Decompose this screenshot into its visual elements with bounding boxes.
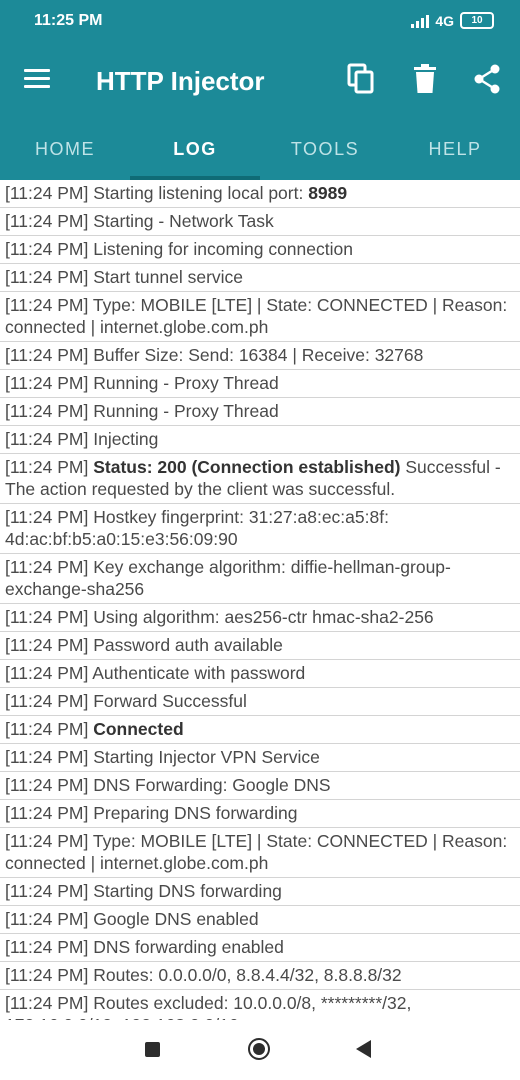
- log-entry: [11:24 PM] Status: 200 (Connection estab…: [0, 454, 520, 504]
- log-entry: [11:24 PM] Connected: [0, 716, 520, 744]
- log-entry: [11:24 PM] Injecting: [0, 426, 520, 454]
- log-timestamp: [11:24 PM]: [5, 457, 89, 477]
- log-entry: [11:24 PM] Type: MOBILE [LTE] | State: C…: [0, 828, 520, 878]
- log-message: Forward Successful: [93, 691, 247, 711]
- log-list[interactable]: [11:24 PM] Starting listening local port…: [0, 180, 520, 1020]
- log-emphasis: 8989: [308, 183, 348, 203]
- log-message: Using algorithm: aes256-ctr hmac-sha2-25…: [93, 607, 434, 627]
- log-timestamp: [11:24 PM]: [5, 183, 89, 203]
- tab-tools[interactable]: TOOLS: [260, 118, 390, 180]
- log-message: Buffer Size: Send: 16384 | Receive: 3276…: [93, 345, 424, 365]
- log-entry: [11:24 PM] Authenticate with password: [0, 660, 520, 688]
- home-icon[interactable]: [248, 1038, 270, 1060]
- log-message: DNS Forwarding: Google DNS: [93, 775, 331, 795]
- log-entry: [11:24 PM] Using algorithm: aes256-ctr h…: [0, 604, 520, 632]
- log-timestamp: [11:24 PM]: [5, 635, 89, 655]
- log-timestamp: [11:24 PM]: [5, 719, 89, 739]
- log-emphasis: Connected: [93, 719, 184, 739]
- log-message: Starting Injector VPN Service: [93, 747, 320, 767]
- tab-bar: HOME LOG TOOLS HELP: [0, 118, 520, 180]
- log-emphasis: Status: 200 (Connection established): [93, 457, 401, 477]
- log-entry: [11:24 PM] Google DNS enabled: [0, 906, 520, 934]
- navigation-bar: [0, 1020, 520, 1080]
- log-entry: [11:24 PM] DNS forwarding enabled: [0, 934, 520, 962]
- log-entry: [11:24 PM] Starting DNS forwarding: [0, 878, 520, 906]
- log-timestamp: [11:24 PM]: [5, 993, 89, 1013]
- menu-icon[interactable]: [24, 69, 50, 89]
- log-timestamp: [11:24 PM]: [5, 211, 89, 231]
- log-timestamp: [11:24 PM]: [5, 557, 89, 577]
- log-timestamp: [11:24 PM]: [5, 267, 89, 287]
- log-message: Routes: 0.0.0.0/0, 8.8.4.4/32, 8.8.8.8/3…: [93, 965, 402, 985]
- log-timestamp: [11:24 PM]: [5, 881, 89, 901]
- log-timestamp: [11:24 PM]: [5, 831, 89, 851]
- log-timestamp: [11:24 PM]: [5, 909, 89, 929]
- status-time: 11:25 PM: [34, 12, 103, 29]
- log-message: Starting listening local port:: [93, 183, 309, 203]
- log-entry: [11:24 PM] Key exchange algorithm: diffi…: [0, 554, 520, 604]
- network-type: 4G: [435, 12, 454, 29]
- status-indicators: 4G 10: [411, 12, 494, 29]
- log-timestamp: [11:24 PM]: [5, 373, 89, 393]
- log-timestamp: [11:24 PM]: [5, 295, 89, 315]
- log-timestamp: [11:24 PM]: [5, 663, 89, 683]
- app-bar: HTTP Injector: [0, 44, 520, 118]
- log-timestamp: [11:24 PM]: [5, 507, 89, 527]
- log-entry: [11:24 PM] Hostkey fingerprint: 31:27:a8…: [0, 504, 520, 554]
- log-message: Authenticate with password: [92, 663, 306, 683]
- tab-log[interactable]: LOG: [130, 118, 260, 180]
- log-entry: [11:24 PM] Password auth available: [0, 632, 520, 660]
- signal-icon: [411, 14, 430, 28]
- log-timestamp: [11:24 PM]: [5, 345, 89, 365]
- log-timestamp: [11:24 PM]: [5, 607, 89, 627]
- log-timestamp: [11:24 PM]: [5, 429, 89, 449]
- log-entry: [11:24 PM] Running - Proxy Thread: [0, 398, 520, 426]
- log-message: Start tunnel service: [93, 267, 244, 287]
- log-message: Starting - Network Task: [93, 211, 274, 231]
- delete-icon[interactable]: [408, 62, 442, 96]
- log-message: Google DNS enabled: [93, 909, 259, 929]
- app-title: HTTP Injector: [96, 66, 265, 96]
- log-entry: [11:24 PM] Starting - Network Task: [0, 208, 520, 236]
- back-icon[interactable]: [356, 1040, 371, 1058]
- log-entry: [11:24 PM] Running - Proxy Thread: [0, 370, 520, 398]
- log-entry: [11:24 PM] Start tunnel service: [0, 264, 520, 292]
- log-entry: [11:24 PM] Starting Injector VPN Service: [0, 744, 520, 772]
- log-message: Preparing DNS forwarding: [93, 803, 298, 823]
- log-timestamp: [11:24 PM]: [5, 401, 89, 421]
- log-message: Listening for incoming connection: [93, 239, 353, 259]
- share-icon[interactable]: [470, 62, 504, 96]
- log-entry: [11:24 PM] Routes excluded: 10.0.0.0/8, …: [0, 990, 520, 1020]
- log-timestamp: [11:24 PM]: [5, 965, 89, 985]
- log-message: Running - Proxy Thread: [93, 373, 279, 393]
- log-entry: [11:24 PM] Routes: 0.0.0.0/0, 8.8.4.4/32…: [0, 962, 520, 990]
- log-timestamp: [11:24 PM]: [5, 747, 89, 767]
- log-message: Injecting: [93, 429, 159, 449]
- log-entry: [11:24 PM] Type: MOBILE [LTE] | State: C…: [0, 292, 520, 342]
- log-timestamp: [11:24 PM]: [5, 691, 89, 711]
- log-entry: [11:24 PM] Preparing DNS forwarding: [0, 800, 520, 828]
- log-message: Password auth available: [93, 635, 283, 655]
- log-message: Running - Proxy Thread: [93, 401, 279, 421]
- log-entry: [11:24 PM] Starting listening local port…: [0, 180, 520, 208]
- battery-icon: 10: [460, 12, 494, 29]
- tab-help[interactable]: HELP: [390, 118, 520, 180]
- log-message: Starting DNS forwarding: [93, 881, 282, 901]
- log-timestamp: [11:24 PM]: [5, 775, 89, 795]
- log-entry: [11:24 PM] Forward Successful: [0, 688, 520, 716]
- log-timestamp: [11:24 PM]: [5, 239, 89, 259]
- log-entry: [11:24 PM] Listening for incoming connec…: [0, 236, 520, 264]
- log-timestamp: [11:24 PM]: [5, 937, 89, 957]
- log-entry: [11:24 PM] DNS Forwarding: Google DNS: [0, 772, 520, 800]
- recent-apps-icon[interactable]: [145, 1042, 160, 1057]
- tab-home[interactable]: HOME: [0, 118, 130, 180]
- log-message: DNS forwarding enabled: [93, 937, 284, 957]
- log-entry: [11:24 PM] Buffer Size: Send: 16384 | Re…: [0, 342, 520, 370]
- copy-icon[interactable]: [344, 62, 378, 96]
- status-bar: 11:25 PM 4G 10: [0, 0, 520, 44]
- log-timestamp: [11:24 PM]: [5, 803, 89, 823]
